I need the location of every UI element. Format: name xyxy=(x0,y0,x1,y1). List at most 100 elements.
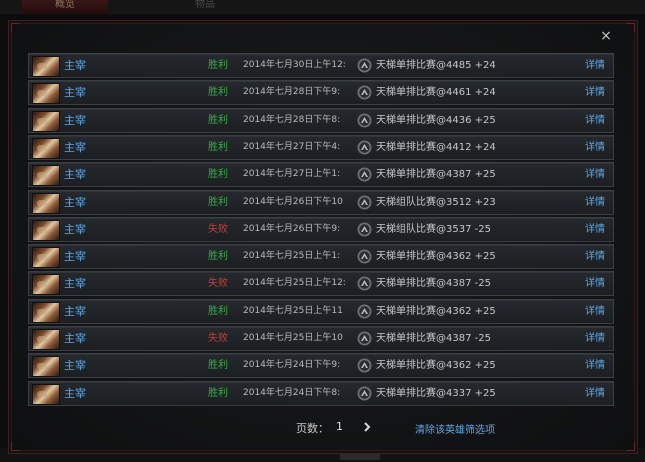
hero-portrait-icon xyxy=(32,193,60,214)
match-result: 胜利 xyxy=(208,360,228,371)
ranked-matchmaking-icon xyxy=(357,358,372,373)
match-mode: 天梯单排比赛@4461 +24 xyxy=(376,87,496,98)
match-row[interactable]: 主宰 胜利 2014年七月25日上午1: 天梯单排比赛@4362 +25 详情 xyxy=(28,244,614,269)
player-name-link[interactable]: 主宰 xyxy=(64,191,86,214)
close-button[interactable]: × xyxy=(599,29,613,43)
match-row[interactable]: 主宰 胜利 2014年七月28日下午9: 天梯单排比赛@4461 +24 详情 xyxy=(28,80,614,105)
hero-portrait-icon xyxy=(32,329,60,350)
details-link[interactable]: 详情 xyxy=(585,54,605,77)
frame-corner xyxy=(626,442,635,451)
match-row[interactable]: 主宰 胜利 2014年七月27日下午4: 天梯单排比赛@4412 +24 详情 xyxy=(28,135,614,160)
hero-portrait-icon xyxy=(32,111,60,132)
tab-overview[interactable]: 概览 xyxy=(22,0,108,14)
match-mode: 天梯单排比赛@4436 +25 xyxy=(376,115,496,126)
player-name-link[interactable]: 主宰 xyxy=(64,354,86,377)
match-row[interactable]: 主宰 失败 2014年七月25日上午10 天梯单排比赛@4387 -25 详情 xyxy=(28,326,614,351)
details-link[interactable]: 详情 xyxy=(585,272,605,295)
details-link[interactable]: 详情 xyxy=(585,109,605,132)
match-mode: 天梯单排比赛@4485 +24 xyxy=(376,60,496,71)
details-link[interactable]: 详情 xyxy=(585,218,605,241)
ranked-matchmaking-icon xyxy=(357,58,372,73)
player-name-link[interactable]: 主宰 xyxy=(64,54,86,77)
ranked-matchmaking-icon xyxy=(357,304,372,319)
match-result: 胜利 xyxy=(208,60,228,71)
player-name-link[interactable]: 主宰 xyxy=(64,109,86,132)
player-name-link[interactable]: 主宰 xyxy=(64,300,86,323)
player-name-link[interactable]: 主宰 xyxy=(64,81,86,104)
chevron-right-icon[interactable] xyxy=(361,421,373,433)
match-row[interactable]: 主宰 胜利 2014年七月25日上午11 天梯单排比赛@4362 +25 详情 xyxy=(28,299,614,324)
details-link[interactable]: 详情 xyxy=(585,245,605,268)
hero-portrait-icon xyxy=(32,83,60,104)
match-mode: 天梯单排比赛@4387 -25 xyxy=(376,278,491,289)
frame-corner xyxy=(11,442,20,451)
match-row[interactable]: 主宰 胜利 2014年七月24日下午8: 天梯单排比赛@4337 +25 详情 xyxy=(28,381,614,406)
details-link[interactable]: 详情 xyxy=(585,81,605,104)
hero-portrait-icon xyxy=(32,220,60,241)
details-link[interactable]: 详情 xyxy=(585,354,605,377)
match-row[interactable]: 主宰 胜利 2014年七月27日上午1: 天梯单排比赛@4387 +25 详情 xyxy=(28,162,614,187)
details-link[interactable]: 详情 xyxy=(585,191,605,214)
ranked-matchmaking-icon xyxy=(357,222,372,237)
player-name-link[interactable]: 主宰 xyxy=(64,327,86,350)
ranked-matchmaking-icon xyxy=(357,276,372,291)
match-result: 胜利 xyxy=(208,169,228,180)
match-date: 2014年七月28日下午9: xyxy=(243,87,341,97)
match-row[interactable]: 主宰 胜利 2014年七月28日下午8: 天梯单排比赛@4436 +25 详情 xyxy=(28,108,614,133)
page-label: 页数： xyxy=(296,422,329,435)
match-row[interactable]: 主宰 胜利 2014年七月24日下午9: 天梯单排比赛@4362 +25 详情 xyxy=(28,353,614,378)
player-name-link[interactable]: 主宰 xyxy=(64,382,86,405)
details-link[interactable]: 详情 xyxy=(585,327,605,350)
hero-portrait-icon xyxy=(32,274,60,295)
match-result: 胜利 xyxy=(208,115,228,126)
hero-portrait-icon xyxy=(32,56,60,77)
match-row[interactable]: 主宰 失败 2014年七月26日下午9: 天梯组队比赛@3537 -25 详情 xyxy=(28,217,614,242)
match-result: 胜利 xyxy=(208,142,228,153)
hero-portrait-icon xyxy=(32,302,60,323)
match-date: 2014年七月28日下午8: xyxy=(243,115,341,125)
match-mode: 天梯单排比赛@4362 +25 xyxy=(376,306,496,317)
match-date: 2014年七月25日上午1: xyxy=(243,251,341,261)
frame-corner xyxy=(626,23,635,32)
match-mode: 天梯单排比赛@4387 -25 xyxy=(376,333,491,344)
details-link[interactable]: 详情 xyxy=(585,300,605,323)
match-result: 失败 xyxy=(208,224,228,235)
match-row[interactable]: 主宰 胜利 2014年七月26日下午10 天梯组队比赛@3512 +23 详情 xyxy=(28,190,614,215)
ranked-matchmaking-icon xyxy=(357,85,372,100)
match-date: 2014年七月26日下午9: xyxy=(243,224,341,234)
match-row[interactable]: 主宰 胜利 2014年七月30日上午12: 天梯单排比赛@4485 +24 详情 xyxy=(28,53,614,78)
match-result: 胜利 xyxy=(208,87,228,98)
page-number: 1 xyxy=(336,420,343,433)
match-date: 2014年七月24日下午9: xyxy=(243,360,341,370)
player-name-link[interactable]: 主宰 xyxy=(64,136,86,159)
match-mode: 天梯组队比赛@3537 -25 xyxy=(376,224,491,235)
details-link[interactable]: 详情 xyxy=(585,382,605,405)
player-name-link[interactable]: 主宰 xyxy=(64,218,86,241)
hero-portrait-icon xyxy=(32,356,60,377)
clear-hero-filter-link[interactable]: 清除该英雄筛选项 xyxy=(415,421,495,436)
player-name-link[interactable]: 主宰 xyxy=(64,272,86,295)
ranked-matchmaking-icon xyxy=(357,386,372,401)
details-link[interactable]: 详情 xyxy=(585,163,605,186)
player-name-link[interactable]: 主宰 xyxy=(64,245,86,268)
hero-portrait-icon xyxy=(32,247,60,268)
tab-items[interactable]: 物品 xyxy=(160,0,250,14)
match-date: 2014年七月27日上午1: xyxy=(243,169,341,179)
hero-portrait-icon xyxy=(32,384,60,405)
ranked-matchmaking-icon xyxy=(357,113,372,128)
match-date: 2014年七月30日上午12: xyxy=(243,60,346,70)
match-mode: 天梯单排比赛@4362 +25 xyxy=(376,360,496,371)
match-date: 2014年七月25日上午10 xyxy=(243,333,343,343)
match-row[interactable]: 主宰 失败 2014年七月25日上午12: 天梯单排比赛@4387 -25 详情 xyxy=(28,271,614,296)
details-link[interactable]: 详情 xyxy=(585,136,605,159)
player-name-link[interactable]: 主宰 xyxy=(64,163,86,186)
match-result: 胜利 xyxy=(208,251,228,262)
ranked-matchmaking-icon xyxy=(357,167,372,182)
ranked-matchmaking-icon xyxy=(357,140,372,155)
hero-portrait-icon xyxy=(32,165,60,186)
ranked-matchmaking-icon xyxy=(357,249,372,264)
match-date: 2014年七月25日上午12: xyxy=(243,278,346,288)
pagination: 页数： 1 清除该英雄筛选项 xyxy=(0,418,645,436)
match-mode: 天梯组队比赛@3512 +23 xyxy=(376,197,496,208)
match-result: 失败 xyxy=(208,278,228,289)
